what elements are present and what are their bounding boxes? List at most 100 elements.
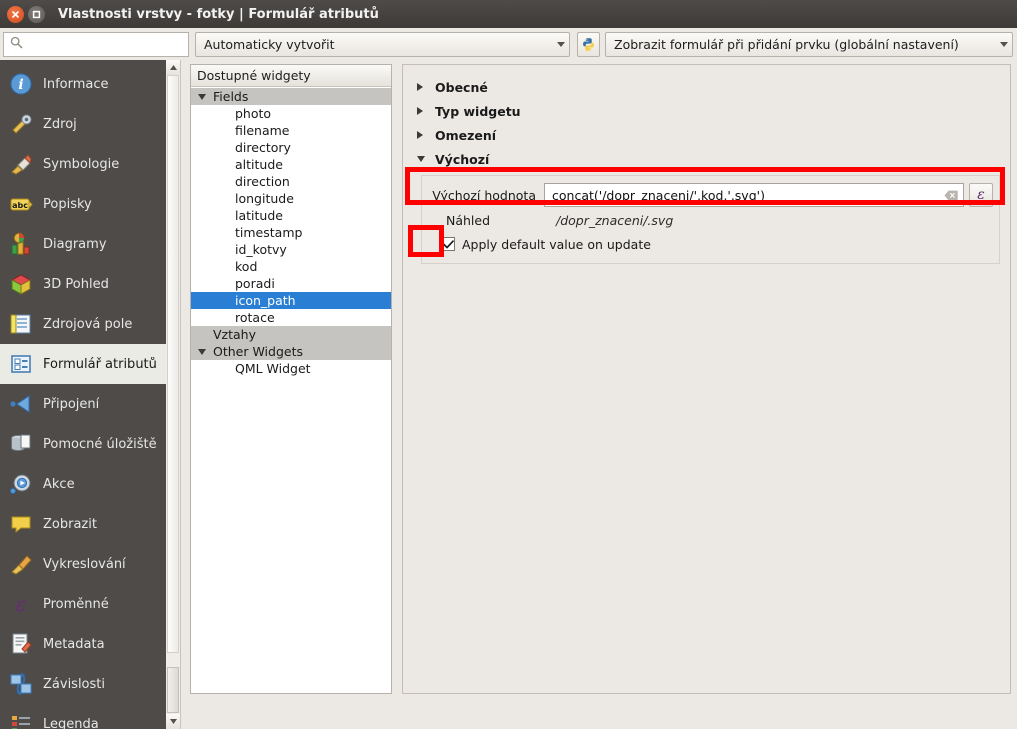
tree-group-row[interactable]: Vztahy [191,326,391,343]
tree-item-row[interactable]: photo [191,105,391,122]
search-input[interactable] [28,35,178,53]
display-icon [8,511,34,537]
sidebar-item-label: Popisky [43,196,92,212]
preview-value: /dopr_znaceni/.svg [556,212,674,228]
default-value-input[interactable] [550,186,943,204]
tree-item-row[interactable]: QML Widget [191,360,391,377]
sidebar-item-pomocn-lo-i-t[interactable]: Pomocné úložiště [0,424,166,464]
tree-item-row[interactable]: latitude [191,207,391,224]
fields-icon [8,311,34,337]
section-header-typ-widgetu[interactable]: Typ widgetu [403,99,1010,123]
tree-item-row[interactable]: longitude [191,190,391,207]
settings-sidebar: i Informace Zdroj Symbologie abc Popisky Diagr… [0,60,166,729]
scroll-up-icon[interactable] [166,60,180,75]
sidebar-scrollbar-thumb[interactable] [167,75,179,653]
form-suppress-combo[interactable]: Zobrazit formulář při přidání prvku (glo… [605,31,1013,57]
form-layout-combo[interactable]: Automaticky vytvořit [195,31,570,57]
section-header-v-choz[interactable]: Výchozí [403,147,1010,171]
tree-row-label: photo [235,106,272,121]
info-icon: i [8,71,34,97]
clear-icon[interactable] [943,187,959,203]
labels-icon: abc [8,191,34,217]
sidebar-item-formul-atribut[interactable]: Formulář atributů [0,344,166,384]
form-suppress-combo-value: Zobrazit formulář při přidání prvku (glo… [614,36,959,52]
sidebar-item-zobrazit[interactable]: Zobrazit [0,504,166,544]
python-init-button[interactable] [577,31,600,57]
chevron-down-icon[interactable] [417,156,435,162]
tree-group-row[interactable]: Fields [191,88,391,105]
svg-text:abc: abc [12,201,28,210]
sidebar-item-p-ipojen[interactable]: Připojení [0,384,166,424]
chevron-right-icon[interactable] [417,83,435,91]
tree-row-label: longitude [235,191,294,206]
sidebar-item-metadata[interactable]: Metadata [0,624,166,664]
sidebar-item-vykreslov-n[interactable]: Vykreslování [0,544,166,584]
preview-label: Náhled [446,212,491,228]
rendering-icon [8,551,34,577]
available-widgets-header: Dostupné widgety [191,65,391,87]
apply-default-row[interactable]: Apply default value on update [428,233,993,255]
sidebar-item-zdrojov-pole[interactable]: Zdrojová pole [0,304,166,344]
chevron-right-icon[interactable] [417,131,435,139]
sidebar-item-3d-pohled[interactable]: 3D Pohled [0,264,166,304]
sidebar-item-z-vislosti[interactable]: Závislosti [0,664,166,704]
tree-item-row[interactable]: direction [191,173,391,190]
sidebar-item-popisky[interactable]: abc Popisky [0,184,166,224]
chevron-down-icon[interactable] [191,348,213,355]
window-title: Vlastnosti vrstvy - fotky | Formulář atr… [58,6,379,22]
sidebar-item-akce[interactable]: Akce [0,464,166,504]
sidebar-item-label: Pomocné úložiště [43,436,157,452]
sidebar-item-informace[interactable]: i Informace [0,64,166,104]
sidebar-item-label: Akce [43,476,75,492]
top-toolbar: Automaticky vytvořit Zobrazit formulář p… [0,28,1017,60]
tree-row-label: directory [235,140,291,155]
chevron-right-icon[interactable] [417,107,435,115]
sidebar-item-label: Závislosti [43,676,105,692]
sidebar-item-label: Informace [43,76,109,92]
scroll-down-icon[interactable] [166,714,180,729]
preview-row: Náhled /dopr_znaceni/.svg [428,210,993,230]
sidebar-scrollbar[interactable] [166,60,181,729]
tree-item-row[interactable]: icon_path [191,292,391,309]
tree-item-row[interactable]: directory [191,139,391,156]
search-box[interactable] [3,31,189,57]
sidebar-item-label: Legenda [43,716,99,729]
epsilon-icon[interactable]: ε [969,183,993,207]
close-icon[interactable] [7,5,24,23]
tree-item-row[interactable]: poradi [191,275,391,292]
tree-group-row[interactable]: Other Widgets [191,343,391,360]
sidebar-item-label: Metadata [43,636,105,652]
sidebar-item-zdroj[interactable]: Zdroj [0,104,166,144]
sidebar-item-legenda[interactable]: Legenda [0,704,166,729]
tree-item-row[interactable]: rotace [191,309,391,326]
search-icon [10,36,23,52]
chevron-down-icon[interactable] [191,93,213,100]
section-header-label: Typ widgetu [435,103,521,119]
maximize-icon[interactable] [28,5,45,23]
sidebar-item-symbologie[interactable]: Symbologie [0,144,166,184]
sidebar-item-diagramy[interactable]: Diagramy [0,224,166,264]
tree-item-row[interactable]: kod [191,258,391,275]
tree-item-row[interactable]: id_kotvy [191,241,391,258]
default-value-group: Výchozí hodnota ε Náhled /dopr_znaceni/.… [421,175,1000,264]
available-widgets-tree[interactable]: Fields photo filename directory altitude dire… [191,87,391,693]
apply-default-checkbox[interactable] [441,237,455,251]
tree-row-label: latitude [235,208,283,223]
tree-row-label: icon_path [235,293,296,308]
symbology-icon [8,151,34,177]
tree-row-label: kod [235,259,258,274]
section-header-omezen[interactable]: Omezení [403,123,1010,147]
tree-item-row[interactable]: timestamp [191,224,391,241]
tree-item-row[interactable]: altitude [191,156,391,173]
sidebar-item-prom-nn[interactable]: ε Proměnné [0,584,166,624]
sidebar-item-label: Vykreslování [43,556,126,572]
section-header-obecn[interactable]: Obecné [403,75,1010,99]
chevron-down-icon [1000,41,1008,47]
dependencies-icon [8,671,34,697]
default-value-field[interactable] [544,183,964,207]
section-header-label: Obecné [435,79,488,95]
sidebar-scrollbar-track-bottom[interactable] [167,667,179,713]
tree-row-label: filename [235,123,290,138]
field-properties-panel: Obecné Typ widgetu Omezení Výchozí Výchozí … [402,64,1011,694]
tree-item-row[interactable]: filename [191,122,391,139]
